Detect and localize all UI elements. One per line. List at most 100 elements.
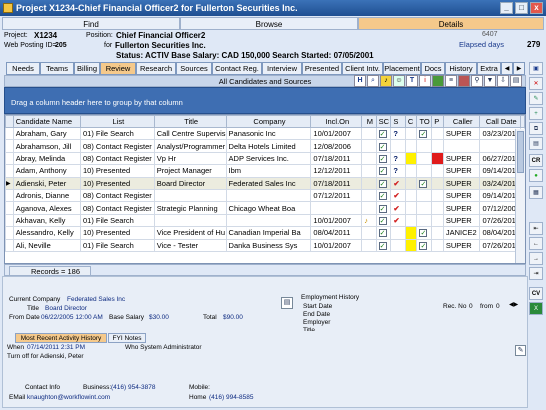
cell-company[interactable]: Danka Business Sys	[225, 238, 312, 252]
table-row[interactable]: Aganova, Alexes 08) Contact Register Strat…	[5, 201, 525, 215]
red-tag-icon[interactable]	[458, 75, 470, 87]
cell-title[interactable]	[153, 188, 227, 203]
cr-button[interactable]: CR	[529, 154, 543, 167]
cell-caller[interactable]: SUPER	[442, 176, 481, 190]
cell-caller[interactable]: SUPER	[442, 201, 481, 215]
tab-browse[interactable]: Browse	[180, 17, 358, 30]
h-filter-icon[interactable]: H	[354, 75, 366, 87]
tab-teams[interactable]: Teams	[40, 62, 74, 75]
check-icon[interactable]: ✓	[378, 192, 387, 201]
cell-name[interactable]: Adienski, Peter	[12, 176, 82, 190]
excel-icon[interactable]: X	[529, 302, 543, 315]
cell-s[interactable]	[390, 238, 406, 252]
cell-company[interactable]	[225, 188, 312, 203]
cell-c[interactable]	[404, 226, 418, 240]
cell-s[interactable]: ✔	[390, 213, 406, 228]
row-indicator[interactable]	[5, 201, 14, 215]
person-add-icon[interactable]: ⚲	[471, 75, 483, 87]
cell-company[interactable]: Delta Hotels Limited	[225, 139, 312, 153]
tab-extra[interactable]: Extra	[477, 62, 501, 75]
cell-m[interactable]: ♪	[361, 213, 377, 228]
tab-presented[interactable]: Presented	[302, 62, 342, 75]
tab-client-intv[interactable]: Client Intv.	[342, 62, 383, 75]
cell-incl-on[interactable]: 10/01/2007	[310, 238, 363, 252]
cell-to[interactable]	[416, 213, 433, 228]
cell-c[interactable]	[404, 151, 418, 166]
tab-research[interactable]: Research	[136, 62, 176, 75]
cell-to[interactable]	[416, 188, 433, 203]
cell-list[interactable]: 10) Presented	[80, 176, 155, 190]
cell-list[interactable]: 08) Contact Register	[80, 188, 155, 203]
list-icon[interactable]: ≡	[445, 75, 457, 87]
tab-contact-reg[interactable]: Contact Reg.	[212, 62, 262, 75]
row-indicator[interactable]	[5, 213, 14, 228]
cell-incl-on[interactable]: 08/04/2011	[310, 226, 363, 240]
check-icon[interactable]: ✓	[378, 204, 387, 213]
row-indicator[interactable]	[5, 151, 14, 166]
email-value[interactable]: knaughton@workflowint.com	[27, 394, 110, 401]
col-incl-on[interactable]: Incl.On	[310, 115, 363, 128]
cell-to[interactable]: ✓	[416, 126, 433, 141]
cell-p[interactable]	[431, 226, 444, 240]
person-icon[interactable]: ☺	[393, 75, 405, 87]
row-indicator[interactable]	[5, 226, 14, 240]
tab-sources[interactable]: Sources	[176, 62, 212, 75]
cv-button[interactable]: CV	[529, 287, 543, 300]
bell-icon[interactable]: ♪	[380, 75, 392, 87]
cell-p[interactable]	[431, 213, 444, 228]
cell-name[interactable]: Akhavan, Kelly	[12, 213, 82, 228]
col-call-date[interactable]: Call Date	[479, 115, 522, 128]
row-indicator[interactable]	[5, 188, 14, 203]
check-icon[interactable]: ✓	[378, 130, 387, 139]
cell-p[interactable]	[431, 201, 444, 215]
cell-list[interactable]: 01) File Search	[80, 126, 155, 141]
tab-history[interactable]: History	[445, 62, 477, 75]
next-record-icon[interactable]: →	[529, 252, 543, 265]
cell-to[interactable]: ✓	[416, 176, 433, 190]
cell-name[interactable]: Aganova, Alexes	[12, 201, 82, 215]
cell-p[interactable]	[431, 164, 444, 178]
rec-nav-arrows[interactable]: ◀▶	[509, 301, 518, 308]
col-p[interactable]: P	[431, 115, 444, 128]
col-m[interactable]: M	[361, 115, 377, 128]
check-icon[interactable]: ✓	[378, 216, 387, 225]
export-icon[interactable]: ⇩	[497, 75, 509, 87]
edit-icon[interactable]: ✎	[529, 92, 543, 105]
cell-s[interactable]: ✔	[390, 188, 406, 203]
tab-scroll-right-icon[interactable]: ▶	[513, 62, 525, 75]
nav-icon[interactable]: ▦	[529, 186, 543, 199]
cell-m[interactable]	[361, 238, 377, 252]
maximize-button[interactable]: □	[515, 2, 528, 14]
cell-title[interactable]: Board Director	[153, 176, 227, 190]
cell-caller[interactable]: SUPER	[442, 164, 481, 178]
check-icon[interactable]: ✓	[419, 130, 428, 139]
col-title[interactable]: Title	[153, 115, 227, 128]
cell-p[interactable]	[431, 151, 444, 166]
cell-m[interactable]	[361, 164, 377, 178]
col-candidate-name[interactable]: Candidate Name	[12, 115, 82, 128]
cell-s[interactable]: ✔	[390, 176, 406, 190]
cell-list[interactable]: 10) Presented	[80, 226, 155, 240]
cell-list[interactable]: 01) File Search	[80, 238, 155, 252]
cell-caller[interactable]: SUPER	[442, 188, 481, 203]
cell-caller[interactable]	[442, 139, 481, 153]
cell-sc[interactable]: ✓	[375, 238, 392, 252]
green-tag-icon[interactable]	[432, 75, 444, 87]
cell-s[interactable]: ?	[390, 151, 406, 166]
cell-c[interactable]	[404, 238, 418, 252]
cell-company[interactable]: Chicago Wheat Boa	[225, 201, 312, 215]
cell-s[interactable]: ?	[390, 126, 406, 141]
cell-c[interactable]	[404, 176, 418, 190]
cell-sc[interactable]: ✓	[375, 201, 392, 215]
cell-title[interactable]: Project Manager	[153, 164, 227, 178]
cell-company[interactable]: Panasonic Inc	[225, 126, 312, 141]
check-icon[interactable]: ✓	[378, 154, 387, 163]
col-caller[interactable]: Caller	[442, 115, 481, 128]
cell-incl-on[interactable]: 12/08/2006	[310, 139, 363, 153]
cell-m[interactable]	[361, 201, 377, 215]
cell-c[interactable]	[404, 213, 418, 228]
cell-name[interactable]: Adam, Anthony	[12, 164, 82, 178]
cell-title[interactable]: Analyst/Programmer	[153, 139, 227, 153]
cell-p[interactable]	[431, 139, 444, 153]
scrollbar-thumb[interactable]	[517, 131, 524, 173]
